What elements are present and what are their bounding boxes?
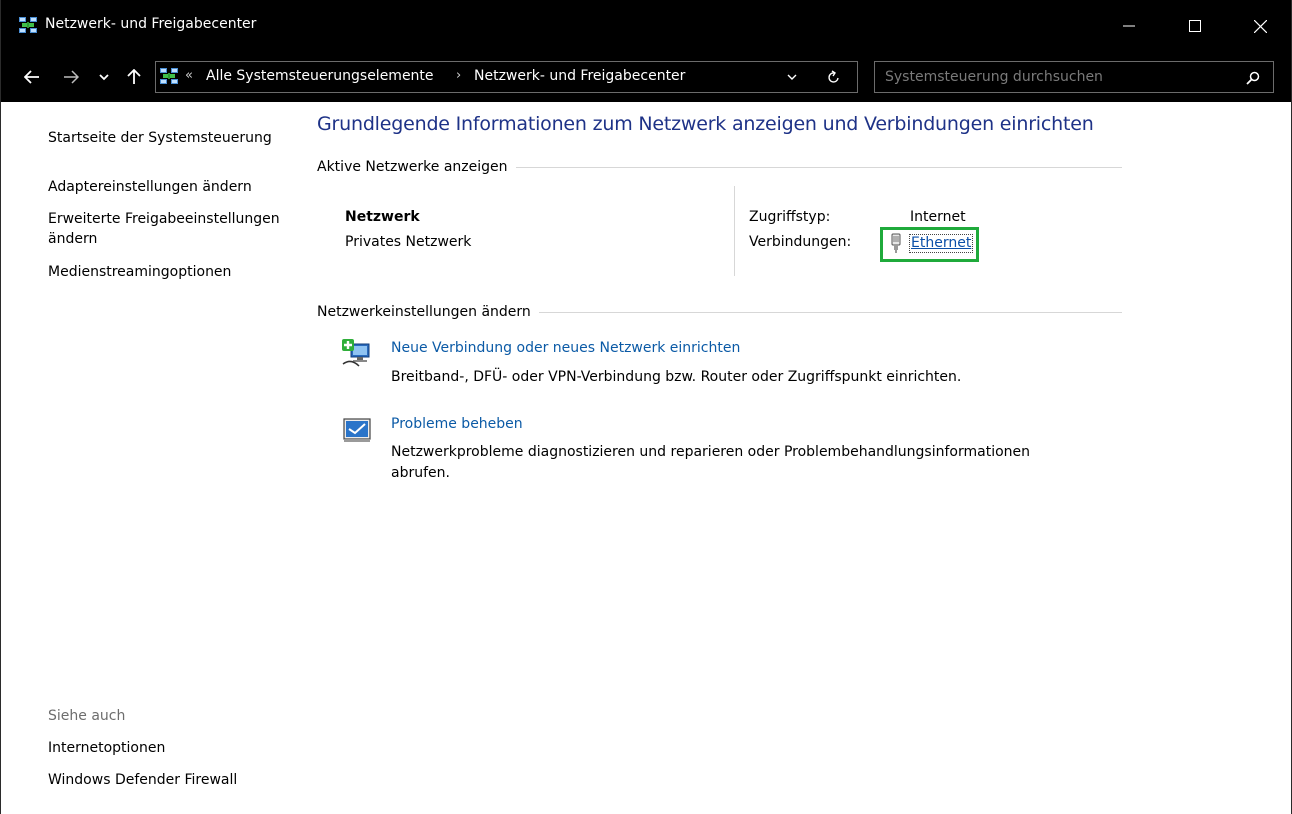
change-settings-section: Netzwerkeinstellungen ändern xyxy=(317,304,1122,320)
arrow-left-icon xyxy=(24,70,39,84)
section-divider xyxy=(538,311,1122,313)
window-title: Netzwerk- und Freigabecenter xyxy=(45,16,257,32)
network-type: Privates Netzwerk xyxy=(345,234,472,250)
maximize-button[interactable] xyxy=(1172,0,1218,52)
connections-label: Verbindungen: xyxy=(749,234,852,250)
troubleshoot-description: Netzwerkprobleme diagnostizieren und rep… xyxy=(391,444,1031,481)
close-icon xyxy=(1253,19,1267,33)
breadcrumb-overflow[interactable]: « xyxy=(185,68,193,83)
search-icon xyxy=(1246,71,1260,85)
address-dropdown-button[interactable] xyxy=(782,66,802,88)
title-bar: Netzwerk- und Freigabecenter xyxy=(1,0,1291,52)
address-bar[interactable]: « Alle Systemsteuerungselemente › Netzwe… xyxy=(155,61,858,93)
ethernet-plug-icon xyxy=(891,233,901,253)
navigation-bar: « Alle Systemsteuerungselemente › Netzwe… xyxy=(1,52,1291,102)
windows-defender-firewall-link[interactable]: Windows Defender Firewall xyxy=(48,770,237,790)
network-center-icon xyxy=(19,17,37,33)
close-button[interactable] xyxy=(1237,0,1283,52)
change-settings-heading: Netzwerkeinstellungen ändern xyxy=(317,304,531,320)
recent-locations-button[interactable] xyxy=(96,62,112,92)
chevron-down-icon xyxy=(787,74,797,80)
search-button[interactable] xyxy=(1243,68,1263,88)
active-networks-heading: Aktive Netzwerke anzeigen xyxy=(317,159,508,175)
active-networks-section: Aktive Netzwerke anzeigen xyxy=(317,159,1122,175)
chevron-down-icon xyxy=(99,74,109,81)
see-also-heading: Siehe auch xyxy=(48,708,126,724)
arrow-right-icon xyxy=(64,70,79,84)
control-panel-home-link[interactable]: Startseite der Systemsteuerung xyxy=(48,128,272,148)
change-adapter-settings-link[interactable]: Adaptereinstellungen ändern xyxy=(48,177,252,197)
media-streaming-options-link[interactable]: Medienstreamingoptionen xyxy=(48,262,231,282)
access-type-label: Zugriffstyp: xyxy=(749,209,831,225)
internet-options-link[interactable]: Internetoptionen xyxy=(48,738,165,758)
breadcrumb-all-control-panel-items[interactable]: Alle Systemsteuerungselemente xyxy=(206,68,434,84)
search-input[interactable] xyxy=(885,67,1235,87)
refresh-button[interactable] xyxy=(824,66,844,88)
breadcrumb-separator[interactable]: › xyxy=(456,68,461,83)
troubleshoot-icon xyxy=(343,418,371,442)
vertical-divider xyxy=(734,186,735,276)
page-title: Grundlegende Informationen zum Netzwerk … xyxy=(317,113,1094,135)
breadcrumb-network-center[interactable]: Netzwerk- und Freigabecenter xyxy=(474,68,685,84)
troubleshoot-link[interactable]: Probleme beheben xyxy=(391,416,523,432)
up-button[interactable] xyxy=(123,62,145,92)
advanced-sharing-settings-link[interactable]: Erweiterte Freigabeeinstellungen ändern xyxy=(48,209,288,249)
network-center-icon xyxy=(160,68,178,84)
access-type-value: Internet xyxy=(910,209,966,225)
search-box[interactable] xyxy=(874,61,1274,93)
new-connection-link[interactable]: Neue Verbindung oder neues Netzwerk einr… xyxy=(391,340,740,356)
forward-button[interactable] xyxy=(58,62,84,92)
arrow-up-icon xyxy=(127,69,141,84)
new-connection-description: Breitband-, DFÜ- oder VPN-Verbindung bzw… xyxy=(391,369,962,385)
control-panel-window: Netzwerk- und Freigabecenter « Alle Syst… xyxy=(0,0,1292,814)
new-connection-icon xyxy=(342,339,370,367)
network-name: Netzwerk xyxy=(345,209,420,225)
minimize-icon xyxy=(1123,25,1135,27)
minimize-button[interactable] xyxy=(1106,0,1152,52)
refresh-icon xyxy=(828,70,839,83)
ethernet-connection-link[interactable]: Ethernet xyxy=(909,234,974,253)
maximize-icon xyxy=(1189,20,1201,32)
section-divider xyxy=(515,166,1122,168)
back-button[interactable] xyxy=(19,62,45,92)
